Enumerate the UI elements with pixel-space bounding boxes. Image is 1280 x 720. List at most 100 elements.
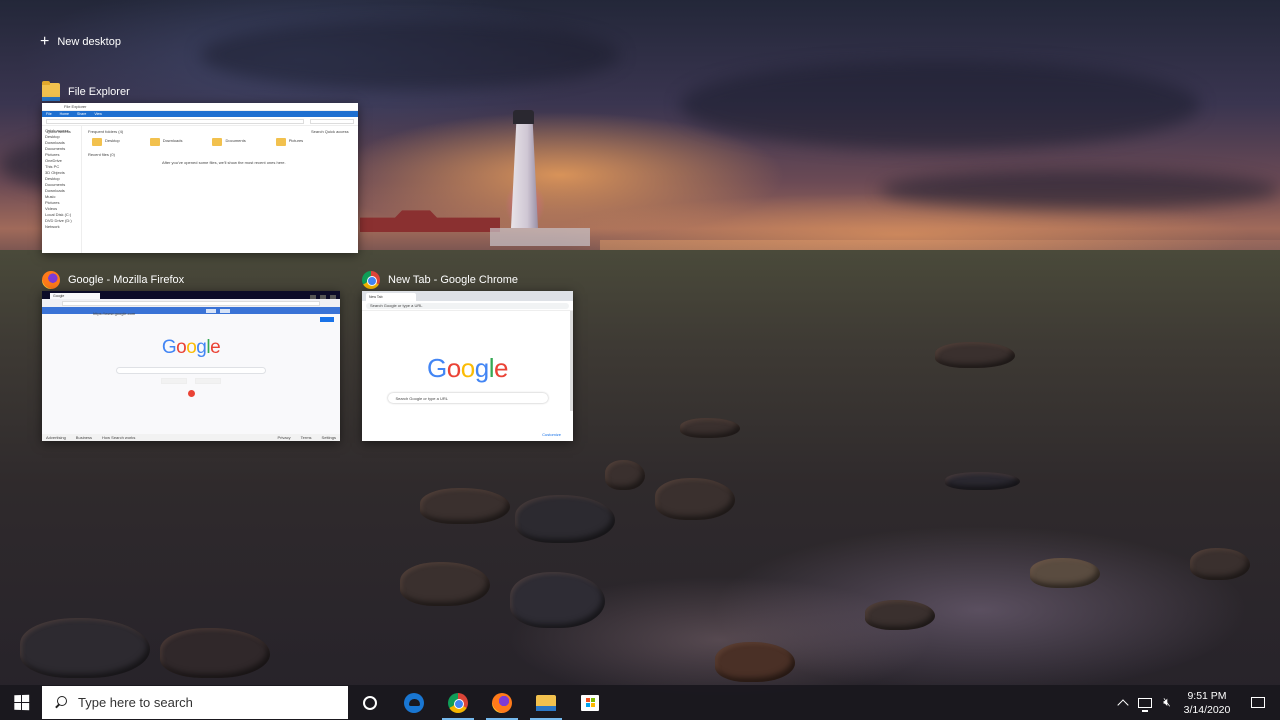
action-center-button[interactable] <box>1236 685 1280 720</box>
fe-nav-item: DVD Drive (D:) <box>45 218 72 223</box>
file-explorer-icon <box>536 694 556 711</box>
wallpaper-rock <box>655 478 735 520</box>
fe-address-box: Quick access <box>46 118 304 134</box>
start-button[interactable] <box>0 685 42 720</box>
taskbar-edge[interactable] <box>392 685 436 720</box>
ff-url-box: https://www.google.com <box>62 300 320 316</box>
task-window-title-firefox[interactable]: Google - Mozilla Firefox <box>42 271 184 289</box>
ff-footer-link: Business <box>75 435 93 440</box>
taskbar-firefox[interactable] <box>480 685 524 720</box>
ff-footer-link: Terms <box>300 435 312 440</box>
folder-icon <box>212 138 223 146</box>
system-tray: 🔇︎ 9:51 PM 3/14/2020 <box>1112 685 1280 720</box>
fe-nav-item: OneDrive <box>45 158 62 163</box>
task-window-title-file-explorer[interactable]: File Explorer <box>42 81 130 101</box>
google-logo: Google <box>362 353 573 384</box>
logo-letter: e <box>493 353 508 383</box>
ff-footer: Advertising Business How Search works Pr… <box>42 434 340 441</box>
wallpaper-rock <box>865 600 935 630</box>
ff-footer-link: Privacy <box>277 435 291 440</box>
notification-icon <box>1251 697 1265 708</box>
clock-time: 9:51 PM <box>1187 689 1227 702</box>
fe-nav-item: 3D Objects <box>45 170 65 175</box>
ff-lucky-button <box>195 378 221 384</box>
logo-letter: o <box>460 353 475 383</box>
ff-tab: Google <box>50 293 100 299</box>
window-title-text: File Explorer <box>68 86 130 98</box>
fe-nav-item: Documents <box>45 182 66 187</box>
task-window-thumbnail-chrome[interactable]: New Tab Search Google or type a URL Goog… <box>362 291 573 441</box>
window-title-text: New Tab - Google Chrome <box>388 274 519 286</box>
ff-footer-link: Advertising <box>46 435 66 440</box>
wallpaper-rock <box>515 495 615 543</box>
folder-icon <box>275 138 286 146</box>
wallpaper-rock <box>400 562 490 606</box>
new-desktop-label: New desktop <box>57 36 121 48</box>
volume-muted-icon: 🔇︎ <box>1163 695 1171 709</box>
ch-scrollbar <box>570 311 573 411</box>
wallpaper-rock <box>945 472 1020 490</box>
wallpaper-rock <box>510 572 605 628</box>
logo-letter: G <box>427 353 447 383</box>
wallpaper-cloud <box>200 20 620 90</box>
wallpaper-rock <box>20 618 150 678</box>
fe-titlebar: File Explorer <box>42 103 358 111</box>
ch-omnibox-row: Search Google or type a URL <box>362 301 573 311</box>
taskbar-chrome[interactable] <box>436 685 480 720</box>
logo-letter: o <box>446 353 461 383</box>
folder-icon <box>92 138 102 146</box>
cortana-button[interactable] <box>348 685 392 720</box>
fe-folder-name: Documents <box>225 138 246 143</box>
ff-footer-link: How Search works <box>102 435 136 440</box>
logo-letter: g <box>196 337 207 358</box>
ff-google-buttons <box>42 378 340 384</box>
logo-letter: e <box>210 337 221 358</box>
task-window-thumbnail-file-explorer[interactable]: File Explorer File Home Share View Quick… <box>42 103 358 253</box>
ff-banner-button <box>220 308 230 313</box>
fe-nav-item: Downloads <box>45 140 65 145</box>
wallpaper-rock <box>715 642 795 682</box>
fe-nav-item: Local Disk (C:) <box>45 212 72 217</box>
fe-ribbon-tab: View <box>94 112 102 116</box>
new-desktop-button[interactable]: + New desktop <box>40 32 121 52</box>
chevron-up-icon <box>1117 698 1129 711</box>
fe-folder-name: Desktop <box>105 138 120 143</box>
fe-nav-item: Downloads <box>45 188 65 193</box>
fe-empty-message: After you've opened some files, we'll sh… <box>162 160 286 165</box>
window-title-text: Google - Mozilla Firefox <box>68 274 185 286</box>
fe-body: Quick access Desktop Downloads Documents… <box>42 126 358 253</box>
network-icon <box>1138 697 1152 712</box>
google-logo: Google <box>42 337 340 359</box>
chrome-icon <box>362 271 380 289</box>
ff-window-controls <box>310 295 340 299</box>
fe-folder-name: Downloads <box>162 138 183 143</box>
ff-tabstrip: Google <box>42 291 340 299</box>
wallpaper-rock <box>605 460 645 490</box>
task-window-thumbnail-firefox[interactable]: Google https://www.google.com Google Adv… <box>42 291 340 441</box>
search-placeholder: Type here to search <box>78 695 193 710</box>
store-icon <box>581 694 599 711</box>
folder-icon <box>42 81 60 101</box>
fe-nav-item: Documents <box>45 146 66 151</box>
ch-search-text: Search Google or type a URL <box>395 395 448 401</box>
fe-nav-item: Videos <box>45 206 58 211</box>
show-hidden-icons-button[interactable] <box>1112 685 1134 720</box>
edge-icon <box>404 692 424 713</box>
taskbar-store[interactable] <box>568 685 612 720</box>
fe-nav-item: Pictures <box>45 152 60 157</box>
promo-icon <box>187 390 195 397</box>
ff-signin-button <box>320 317 334 322</box>
taskbar-file-explorer[interactable] <box>524 685 568 720</box>
fe-folder-name: Pictures <box>288 138 304 143</box>
clock[interactable]: 9:51 PM 3/14/2020 <box>1178 689 1236 717</box>
wallpaper-rock <box>935 342 1015 368</box>
fe-nav-pane: Quick access Desktop Downloads Documents… <box>42 126 82 253</box>
wallpaper-pier <box>490 228 590 246</box>
network-button[interactable] <box>1134 685 1156 720</box>
taskbar-search-box[interactable]: Type here to search <box>42 686 348 719</box>
folder-icon <box>149 138 160 146</box>
logo-letter: g <box>474 353 489 383</box>
volume-button[interactable]: 🔇︎ <box>1156 685 1178 720</box>
task-window-title-chrome[interactable]: New Tab - Google Chrome <box>362 271 518 289</box>
wallpaper-cloud <box>880 170 1280 210</box>
